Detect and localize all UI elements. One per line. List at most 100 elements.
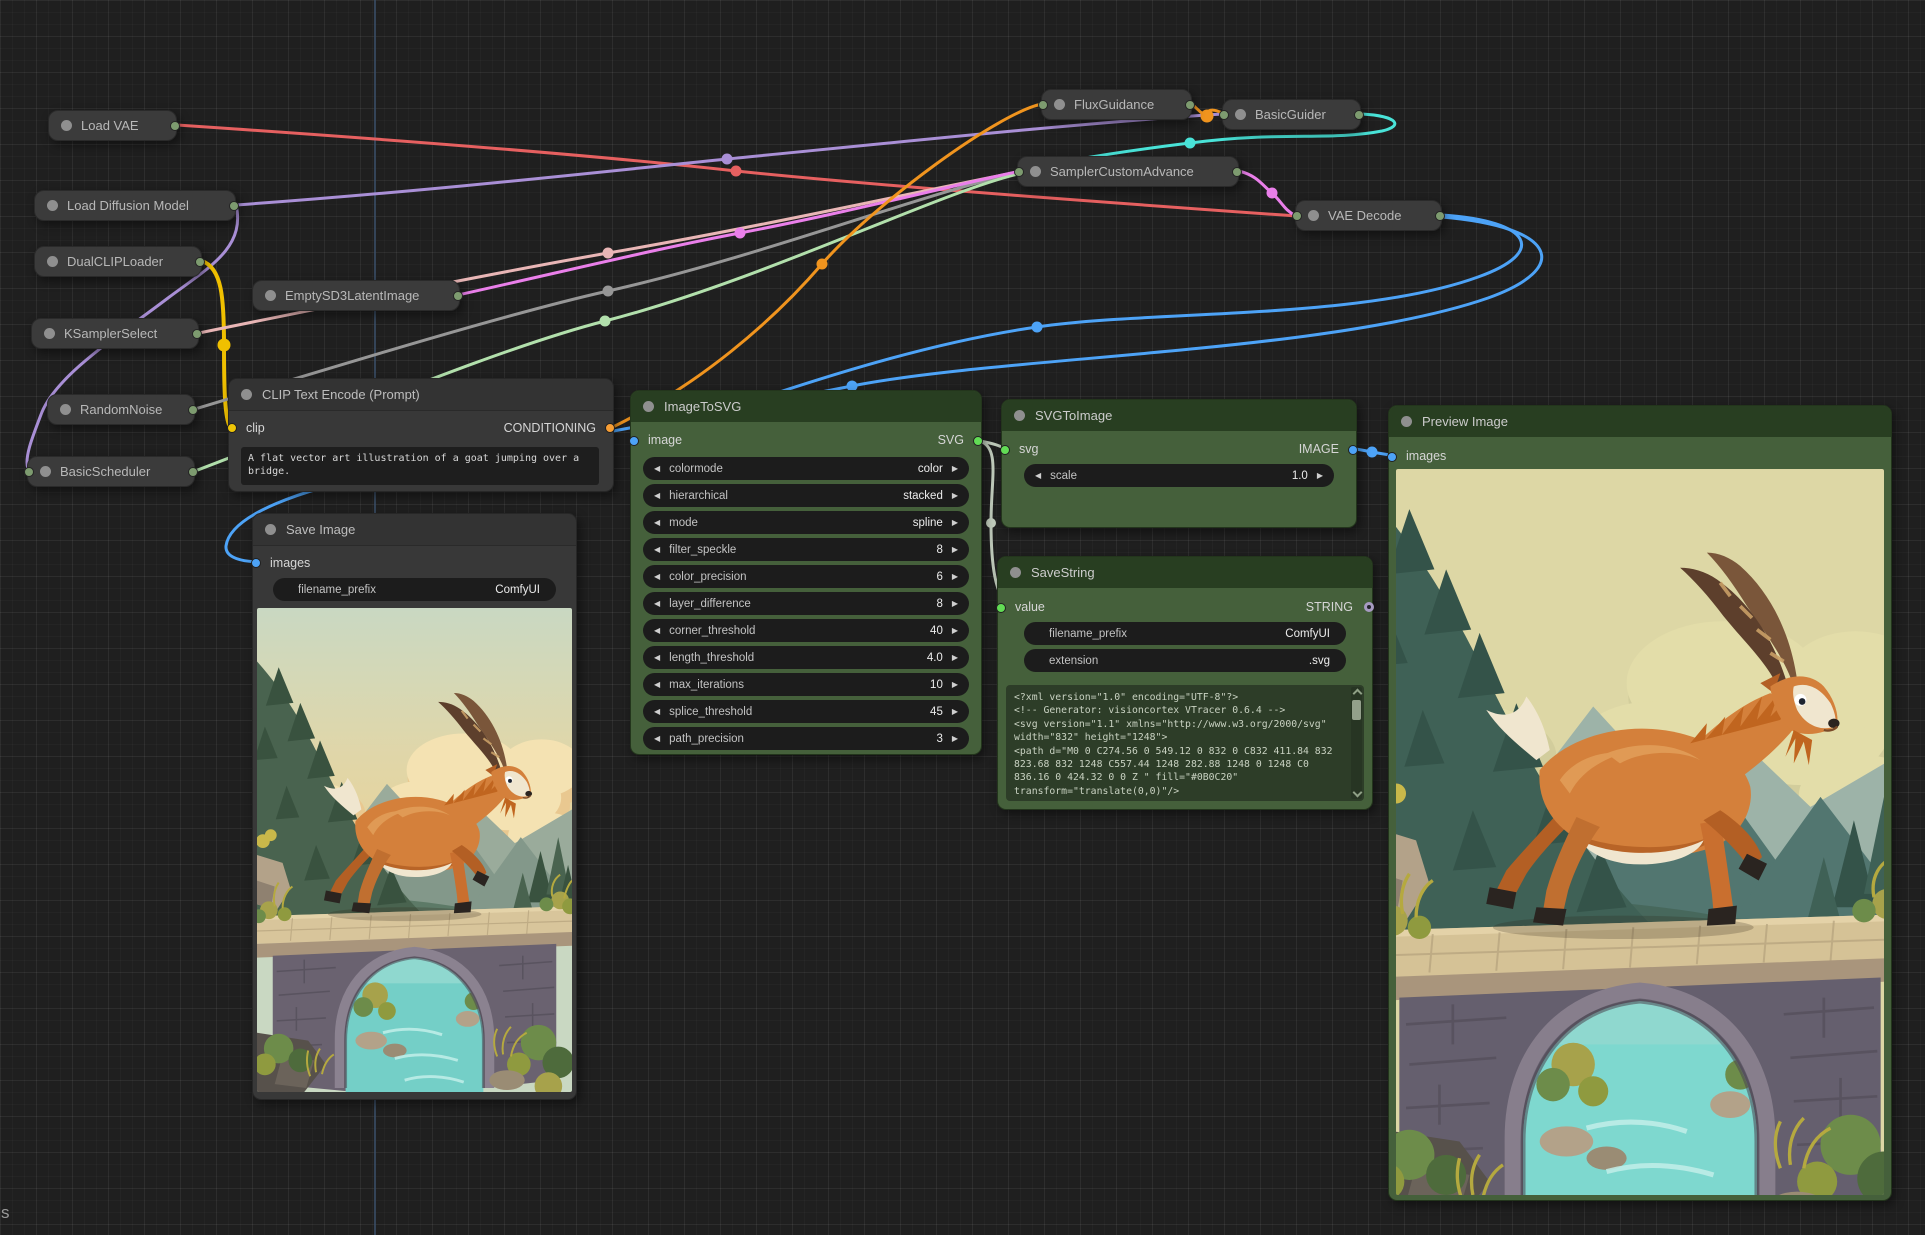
increment-arrow[interactable]: ▶: [950, 599, 960, 608]
node-svg-to-image[interactable]: SVGToImage svg IMAGE ◀ scale 1.0 ▶: [1001, 399, 1357, 528]
image-output-port[interactable]: [1348, 445, 1358, 455]
collapse-dot[interactable]: [1401, 416, 1412, 427]
decrement-arrow[interactable]: ◀: [652, 464, 662, 473]
svg-input-port[interactable]: [1000, 445, 1010, 455]
widget-color-precision[interactable]: ◀ color_precision 6 ▶: [643, 565, 969, 588]
collapse-dot[interactable]: [1014, 410, 1025, 421]
decrement-arrow[interactable]: ◀: [652, 626, 662, 635]
output-port[interactable]: [170, 121, 180, 131]
node-random-noise[interactable]: RandomNoise: [47, 394, 195, 425]
decrement-arrow[interactable]: ◀: [652, 518, 662, 527]
output-port[interactable]: [195, 257, 205, 267]
node-dual-clip-loader[interactable]: DualCLIPLoader: [34, 246, 202, 277]
collapse-dot[interactable]: [241, 389, 252, 400]
output-port[interactable]: [1185, 100, 1195, 110]
increment-arrow[interactable]: ▶: [950, 734, 960, 743]
widget-splice-threshold[interactable]: ◀ splice_threshold 45 ▶: [643, 700, 969, 723]
node-empty-sd3-latent-image[interactable]: EmptySD3LatentImage: [252, 280, 460, 311]
clip-input-port[interactable]: [227, 423, 237, 433]
increment-arrow[interactable]: ▶: [950, 464, 960, 473]
scroll-up-icon[interactable]: [1352, 689, 1362, 699]
node-sampler-custom-advance[interactable]: SamplerCustomAdvance: [1017, 156, 1239, 187]
node-load-vae[interactable]: Load VAE: [48, 110, 177, 141]
widget-max-iterations[interactable]: ◀ max_iterations 10 ▶: [643, 673, 969, 696]
decrement-arrow[interactable]: ◀: [652, 680, 662, 689]
node-header[interactable]: CLIP Text Encode (Prompt): [229, 379, 613, 411]
node-header[interactable]: Preview Image: [1389, 406, 1891, 437]
node-basic-scheduler[interactable]: BasicScheduler: [27, 456, 195, 487]
collapse-dot[interactable]: [1235, 109, 1246, 120]
output-port[interactable]: [453, 291, 463, 301]
node-vae-decode[interactable]: VAE Decode: [1295, 200, 1442, 231]
widget-corner-threshold[interactable]: ◀ corner_threshold 40 ▶: [643, 619, 969, 642]
filename-prefix-widget[interactable]: filename_prefix ComfyUI: [273, 578, 556, 601]
extension-widget[interactable]: extension .svg: [1024, 649, 1346, 672]
collapse-dot[interactable]: [1308, 210, 1319, 221]
increment-arrow[interactable]: ▶: [950, 572, 960, 581]
collapse-dot[interactable]: [40, 466, 51, 477]
increment-arrow[interactable]: ▶: [950, 518, 960, 527]
increment-arrow[interactable]: ▶: [950, 707, 960, 716]
svg-output-port[interactable]: [973, 436, 983, 446]
node-preview-image[interactable]: Preview Image images: [1388, 405, 1892, 1201]
graph-canvas[interactable]: s: [0, 0, 1925, 1235]
increment-arrow[interactable]: ▶: [950, 626, 960, 635]
decrement-arrow[interactable]: ◀: [652, 707, 662, 716]
input-port[interactable]: [24, 467, 34, 477]
decrement-arrow[interactable]: ◀: [652, 599, 662, 608]
increment-arrow[interactable]: ▶: [950, 491, 960, 500]
input-port[interactable]: [1219, 110, 1229, 120]
node-image-to-svg[interactable]: ImageToSVG image SVG ◀ colormode color ▶…: [630, 390, 982, 755]
widget-scale[interactable]: ◀ scale 1.0 ▶: [1024, 464, 1334, 487]
decrement-arrow[interactable]: ◀: [652, 545, 662, 554]
collapse-dot[interactable]: [1010, 567, 1021, 578]
widget-hierarchical[interactable]: ◀ hierarchical stacked ▶: [643, 484, 969, 507]
collapse-dot[interactable]: [265, 290, 276, 301]
widget-layer-difference[interactable]: ◀ layer_difference 8 ▶: [643, 592, 969, 615]
collapse-dot[interactable]: [265, 524, 276, 535]
output-port[interactable]: [188, 405, 198, 415]
collapse-dot[interactable]: [47, 200, 58, 211]
image-input-port[interactable]: [629, 436, 639, 446]
output-port[interactable]: [1435, 211, 1445, 221]
collapse-dot[interactable]: [47, 256, 58, 267]
increment-arrow[interactable]: ▶: [950, 680, 960, 689]
collapse-dot[interactable]: [60, 404, 71, 415]
node-load-diffusion-model[interactable]: Load Diffusion Model: [34, 190, 236, 221]
node-ksampler-select[interactable]: KSamplerSelect: [31, 318, 199, 349]
increment-arrow[interactable]: ▶: [1315, 471, 1325, 480]
decrement-arrow[interactable]: ◀: [652, 653, 662, 662]
node-clip-text-encode[interactable]: CLIP Text Encode (Prompt) clip CONDITION…: [228, 378, 614, 492]
decrement-arrow[interactable]: ◀: [1033, 471, 1043, 480]
node-header[interactable]: SVGToImage: [1002, 400, 1356, 431]
node-header[interactable]: ImageToSVG: [631, 391, 981, 422]
decrement-arrow[interactable]: ◀: [652, 491, 662, 500]
increment-arrow[interactable]: ▶: [950, 653, 960, 662]
code-scrollbar[interactable]: [1351, 687, 1362, 799]
input-port[interactable]: [1038, 100, 1048, 110]
decrement-arrow[interactable]: ◀: [652, 734, 662, 743]
node-save-image[interactable]: Save Image images filename_prefix ComfyU…: [252, 513, 577, 1100]
collapse-dot[interactable]: [61, 120, 72, 131]
widget-colormode[interactable]: ◀ colormode color ▶: [643, 457, 969, 480]
output-port[interactable]: [1232, 167, 1242, 177]
node-save-string[interactable]: SaveString value STRING filename_prefix …: [997, 556, 1373, 810]
output-port[interactable]: [229, 201, 239, 211]
input-port[interactable]: [1014, 167, 1024, 177]
filename-prefix-widget[interactable]: filename_prefix ComfyUI: [1024, 622, 1346, 645]
node-flux-guidance[interactable]: FluxGuidance: [1041, 89, 1192, 120]
scroll-down-icon[interactable]: [1352, 788, 1362, 798]
widget-length-threshold[interactable]: ◀ length_threshold 4.0 ▶: [643, 646, 969, 669]
collapse-dot[interactable]: [643, 401, 654, 412]
node-header[interactable]: Save Image: [253, 514, 576, 546]
increment-arrow[interactable]: ▶: [950, 545, 960, 554]
output-port[interactable]: [1354, 110, 1364, 120]
input-port[interactable]: [1292, 211, 1302, 221]
decrement-arrow[interactable]: ◀: [652, 572, 662, 581]
collapse-dot[interactable]: [1054, 99, 1065, 110]
output-port[interactable]: [188, 467, 198, 477]
node-basic-guider[interactable]: BasicGuider: [1222, 99, 1361, 130]
prompt-text-widget[interactable]: A flat vector art illustration of a goat…: [241, 447, 599, 485]
conditioning-output-port[interactable]: [605, 423, 615, 433]
images-input-port[interactable]: [251, 558, 261, 568]
